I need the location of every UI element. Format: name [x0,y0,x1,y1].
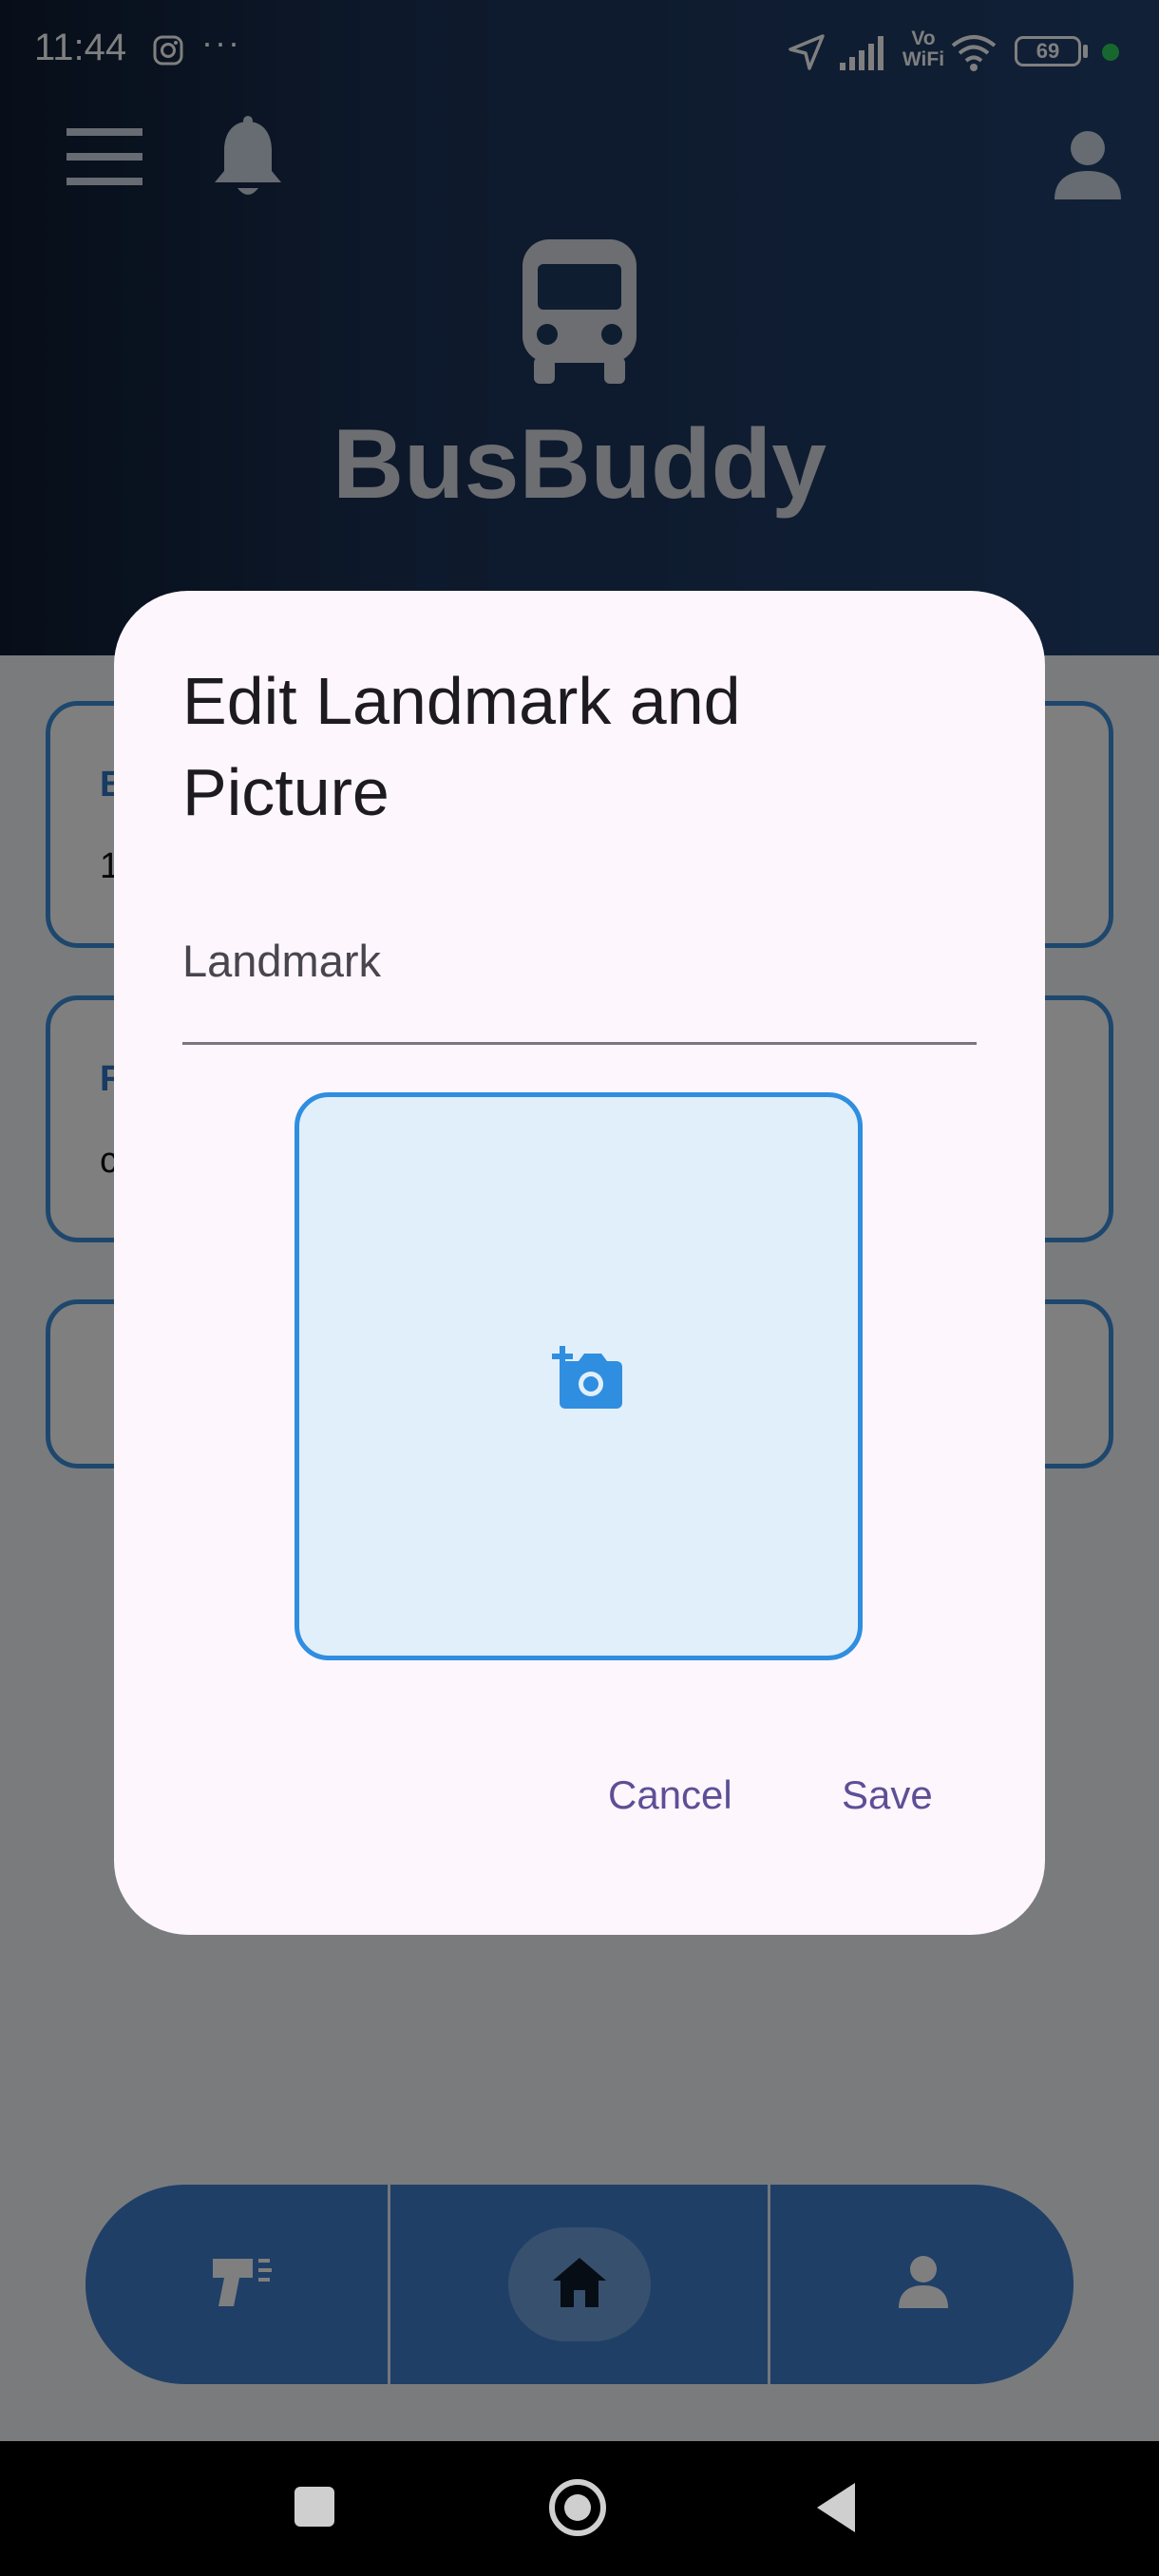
system-nav-bar [0,2441,1159,2576]
home-system-button[interactable] [549,2479,606,2536]
picture-picker[interactable] [294,1092,863,1660]
edit-landmark-dialog: Edit Landmark and Picture Landmark Cance… [114,591,1045,1935]
landmark-input[interactable]: Landmark [182,935,381,987]
recents-button[interactable] [294,2487,334,2527]
add-a-photo-icon [552,1346,622,1409]
dialog-title: Edit Landmark and Picture [182,664,741,829]
save-button[interactable]: Save [842,1772,933,1818]
back-button[interactable] [815,2481,857,2534]
landmark-input-underline [182,1042,977,1045]
cancel-button[interactable]: Cancel [608,1772,732,1818]
home-system-dot [564,2494,591,2521]
